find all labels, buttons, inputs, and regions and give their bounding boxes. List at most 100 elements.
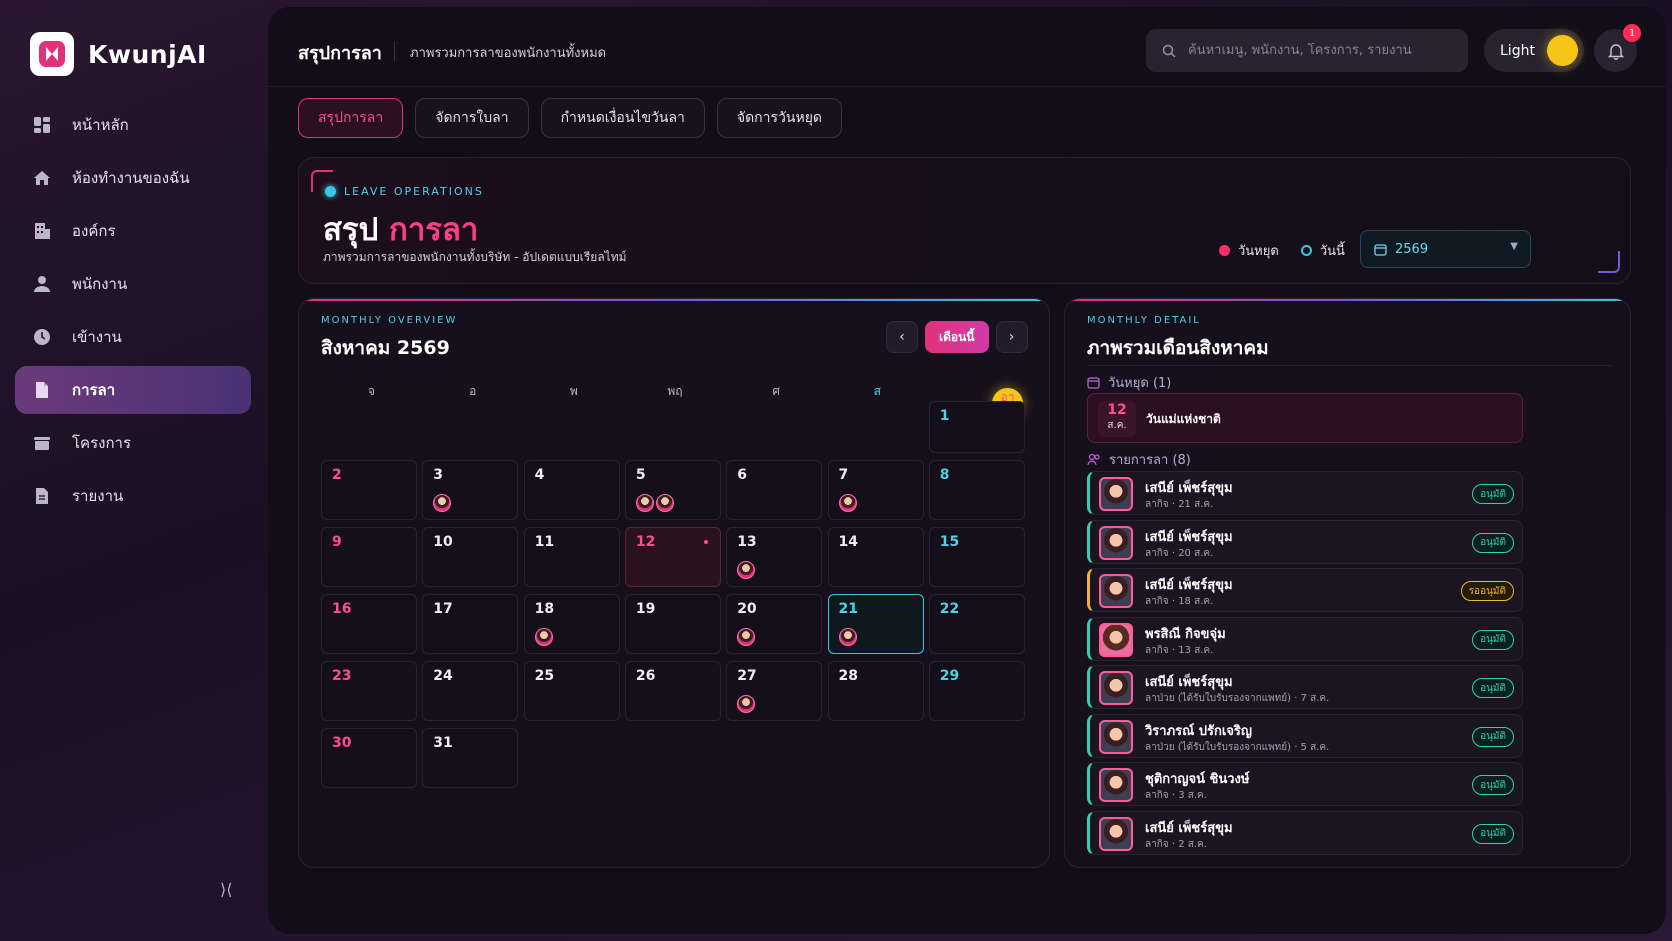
day-number: 17 — [433, 601, 453, 617]
calendar-day[interactable]: 25 — [523, 661, 620, 721]
sidebar-item-building[interactable]: องค์กร — [15, 207, 251, 255]
leave-item[interactable]: เสนีย์ เพ็ชร์สุขุม ลากิจ · 21 ส.ค. อนุมัติ — [1087, 471, 1523, 515]
building-icon — [32, 221, 52, 241]
calendar-day[interactable]: 8 — [928, 460, 1025, 520]
day-number: 10 — [433, 534, 453, 550]
calendar-day[interactable]: 21 — [827, 594, 924, 654]
leave-item[interactable]: เสนีย์ เพ็ชร์สุขุม ลากิจ · 20 ส.ค. อนุมัติ — [1087, 519, 1523, 564]
leave-type-date: ลากิจ · 3 ส.ค. — [1145, 790, 1207, 801]
leave-item[interactable]: เสนีย์ เพ็ชร์สุขุม ลาป่วย (ได้รับใบรับรอง… — [1087, 665, 1523, 709]
calendar-day[interactable]: 11 — [523, 527, 620, 587]
leave-item[interactable]: วิราภรณ์ ปรักเจริญ ลาป่วย (ได้รับใบรับรอง… — [1087, 713, 1523, 758]
search-input[interactable] — [1188, 43, 1448, 58]
calendar-day[interactable]: 3 — [422, 460, 519, 520]
tab-1[interactable]: จัดการใบลา — [415, 98, 529, 138]
calendar-day[interactable]: 7 — [827, 460, 924, 520]
status-dot-icon — [325, 186, 336, 197]
sidebar-item-clock[interactable]: เข้างาน — [15, 313, 251, 361]
leave-avatars — [838, 494, 859, 512]
avatar — [635, 494, 654, 512]
notification-button[interactable]: 1 — [1594, 24, 1641, 72]
calendar-day[interactable]: 10 — [422, 527, 519, 587]
leave-avatars — [737, 695, 757, 713]
chevron-down-icon: ▼ — [1510, 241, 1518, 252]
calendar-day[interactable]: 16 — [321, 594, 417, 654]
avatar — [737, 628, 756, 646]
calendar-day[interactable]: 19 — [624, 594, 721, 654]
day-number: 6 — [737, 467, 747, 483]
current-month-button[interactable]: เดือนนี้ — [925, 321, 989, 353]
sidebar-item-home[interactable]: ห้องทำงานของฉัน — [15, 154, 251, 202]
calendar-day[interactable]: 28 — [827, 661, 924, 721]
employee-name: เสนีย์ เพ็ชร์สุขุม — [1145, 481, 1233, 496]
calendar-day[interactable]: 26 — [624, 661, 721, 721]
leave-avatars — [534, 628, 555, 646]
day-number: 25 — [534, 668, 555, 684]
calendar-day[interactable]: 6 — [726, 460, 823, 520]
leave-item[interactable]: เสนีย์ เพ็ชร์สุขุม ลากิจ · 18 ส.ค. รออนุมั… — [1087, 568, 1523, 612]
tab-0[interactable]: สรุปการลา — [298, 98, 404, 138]
calendar-day[interactable]: 18 — [523, 594, 620, 654]
calendar-day[interactable]: 5 — [624, 460, 721, 520]
calendar-day[interactable]: 22 — [928, 594, 1025, 654]
calendar-day[interactable]: 14 — [827, 527, 924, 587]
calendar-day[interactable]: 23 — [321, 661, 417, 721]
sidebar-item-report[interactable]: รายงาน — [15, 472, 251, 520]
next-month-button[interactable]: › — [995, 321, 1028, 353]
day-number: 14 — [838, 534, 858, 550]
tab-2[interactable]: กำหนดเงื่อนไขวันลา — [540, 98, 705, 138]
calendar-day[interactable]: 29 — [928, 661, 1025, 721]
chevron-left-icon: ‹ — [899, 329, 905, 345]
search-box[interactable] — [1146, 29, 1468, 72]
employee-name: เสนีย์ เพ็ชร์สุขุม — [1145, 529, 1233, 545]
day-number: 21 — [838, 601, 858, 617]
calendar-day[interactable]: 17 — [422, 594, 519, 654]
calendar-day[interactable]: 12 — [624, 527, 721, 587]
status-badge: รออนุมัติ — [1460, 581, 1514, 601]
sidebar-item-label: องค์กร — [72, 222, 116, 240]
app-logo[interactable]: KwunjAI — [30, 32, 207, 76]
calendar-day[interactable]: 20 — [726, 594, 823, 654]
employee-name: ชุติกาญจน์ ชินวงษ์ — [1145, 772, 1250, 787]
hero-description: ภาพรวมการลาของพนักงานทั้งบริษัท - อัปเดต… — [323, 250, 627, 264]
sidebar-item-user[interactable]: พนักงาน — [15, 260, 251, 308]
sidebar-item-document[interactable]: การลา — [15, 366, 251, 414]
leave-type-date: ลากิจ · 20 ส.ค. — [1145, 547, 1214, 559]
calendar-day[interactable]: 31 — [422, 728, 519, 788]
sidebar-item-folder[interactable]: โครงการ — [15, 419, 251, 467]
day-number: 26 — [635, 668, 656, 684]
calendar-day[interactable]: 1 — [928, 401, 1025, 453]
prev-month-button[interactable]: ‹ — [886, 321, 918, 353]
card-accent-line — [1065, 299, 1630, 301]
calendar-day[interactable]: 9 — [321, 527, 417, 587]
sun-icon — [1547, 35, 1578, 66]
theme-toggle[interactable]: Light — [1484, 29, 1584, 72]
leave-type-date: ลากิจ · 2 ส.ค. — [1145, 838, 1207, 850]
legend-today: วันนี้ — [1319, 244, 1345, 259]
calendar-day[interactable]: 4 — [523, 460, 620, 520]
year-select[interactable]: 2569 ▼ — [1360, 230, 1531, 268]
search-icon — [1162, 44, 1176, 58]
weekday-label: พฤ — [667, 384, 683, 398]
day-number: 8 — [939, 467, 950, 483]
calendar-day[interactable]: 2 — [321, 460, 417, 520]
leave-item[interactable]: พรสิณี กิจขจุ่ม ลากิจ · 13 ส.ค. อนุมัติ — [1087, 616, 1523, 661]
calendar-day[interactable]: 30 — [321, 728, 417, 788]
calendar-day[interactable]: 15 — [928, 527, 1025, 587]
leave-avatars — [737, 561, 757, 579]
calendar-day[interactable]: 13 — [726, 527, 823, 587]
leave-item[interactable]: เสนีย์ เพ็ชร์สุขุม ลากิจ · 2 ส.ค. อนุมัติ — [1087, 810, 1523, 855]
app-name: KwunjAI — [88, 39, 207, 69]
collapse-sidebar-icon[interactable]: ⟩⟨ — [220, 880, 232, 899]
day-number: 27 — [737, 668, 757, 684]
leave-item[interactable]: ชุติกาญจน์ ชินวงษ์ ลากิจ · 3 ส.ค. อนุมัติ — [1087, 762, 1523, 806]
holiday-item[interactable]: 12 ส.ค. วันแม่แห่งชาติ — [1087, 393, 1523, 443]
bell-icon — [1607, 43, 1624, 60]
leave-type-date: ลากิจ · 13 ส.ค. — [1145, 644, 1214, 656]
sidebar-item-dashboard[interactable]: หน้าหลัก — [15, 101, 251, 149]
calendar-day[interactable]: 27 — [726, 661, 823, 721]
tab-3[interactable]: จัดการวันหยุด — [716, 98, 842, 138]
day-number: 5 — [635, 467, 646, 483]
calendar-day[interactable]: 24 — [422, 661, 519, 721]
users-icon — [1087, 453, 1100, 466]
